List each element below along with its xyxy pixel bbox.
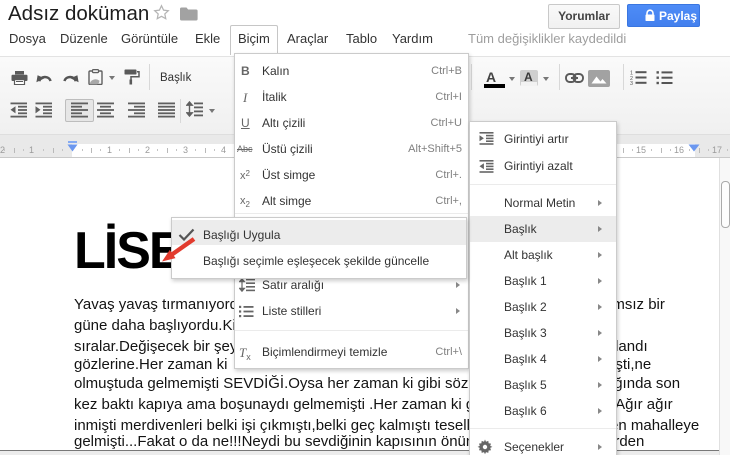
svg-text:3: 3 [630,81,633,85]
